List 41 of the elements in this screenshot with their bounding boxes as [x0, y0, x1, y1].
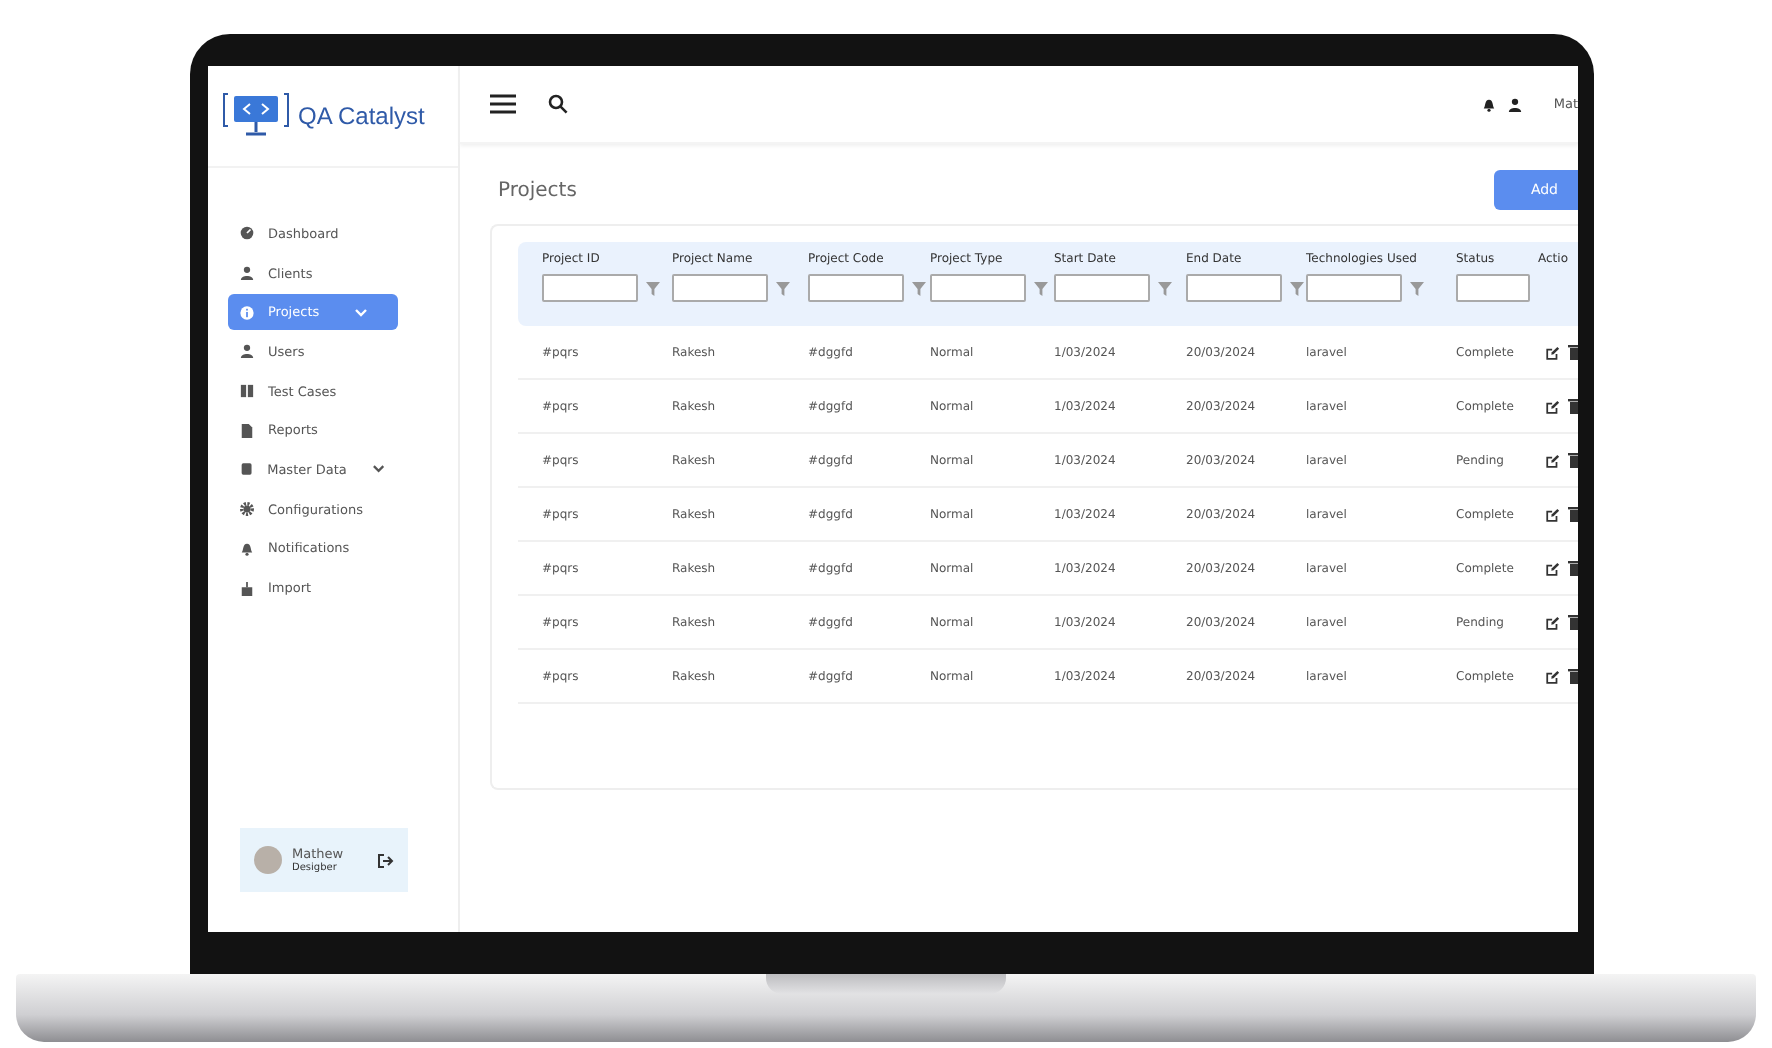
filter-field[interactable]	[1306, 274, 1402, 302]
filter-field[interactable]	[808, 274, 904, 302]
menu-icon[interactable]	[490, 94, 516, 114]
file-icon	[240, 423, 254, 438]
bell-icon[interactable]	[1481, 97, 1496, 111]
trash-icon[interactable]	[1568, 398, 1578, 414]
edit-icon[interactable]	[1546, 345, 1560, 359]
columns-icon	[240, 384, 254, 399]
avatar	[254, 846, 282, 874]
info-icon	[240, 305, 254, 320]
trash-icon[interactable]	[1568, 452, 1578, 468]
filter-field[interactable]	[542, 274, 638, 302]
trash-icon[interactable]	[1568, 668, 1578, 684]
filter-field[interactable]	[930, 274, 1026, 302]
search-icon[interactable]	[548, 94, 568, 114]
trash-icon[interactable]	[1568, 560, 1578, 576]
filter-field[interactable]	[1186, 274, 1282, 302]
logout-icon[interactable]	[378, 853, 394, 867]
filter-field[interactable]	[672, 274, 768, 302]
import-icon	[240, 581, 254, 596]
trash-icon[interactable]	[1568, 506, 1578, 522]
edit-icon[interactable]	[1546, 561, 1560, 575]
edit-icon[interactable]	[1546, 507, 1560, 521]
trash-icon[interactable]	[1568, 614, 1578, 630]
user-icon	[240, 266, 254, 281]
database-icon	[240, 462, 254, 477]
edit-icon[interactable]	[1546, 399, 1560, 413]
edit-icon[interactable]	[1546, 615, 1560, 629]
bell-icon	[240, 541, 254, 556]
gauge-icon	[240, 226, 254, 241]
edit-icon[interactable]	[1546, 453, 1560, 467]
edit-icon[interactable]	[1546, 669, 1560, 683]
user-icon[interactable]	[1507, 97, 1522, 111]
filter-field[interactable]	[1054, 274, 1150, 302]
trash-icon[interactable]	[1568, 344, 1578, 360]
filter-field[interactable]	[1456, 274, 1530, 302]
brand-name: QA Catalyst	[298, 102, 425, 130]
page-title: Projects	[498, 179, 577, 201]
monitor-logo-icon	[222, 90, 290, 142]
gear-icon	[240, 502, 254, 517]
user-icon	[240, 344, 254, 359]
